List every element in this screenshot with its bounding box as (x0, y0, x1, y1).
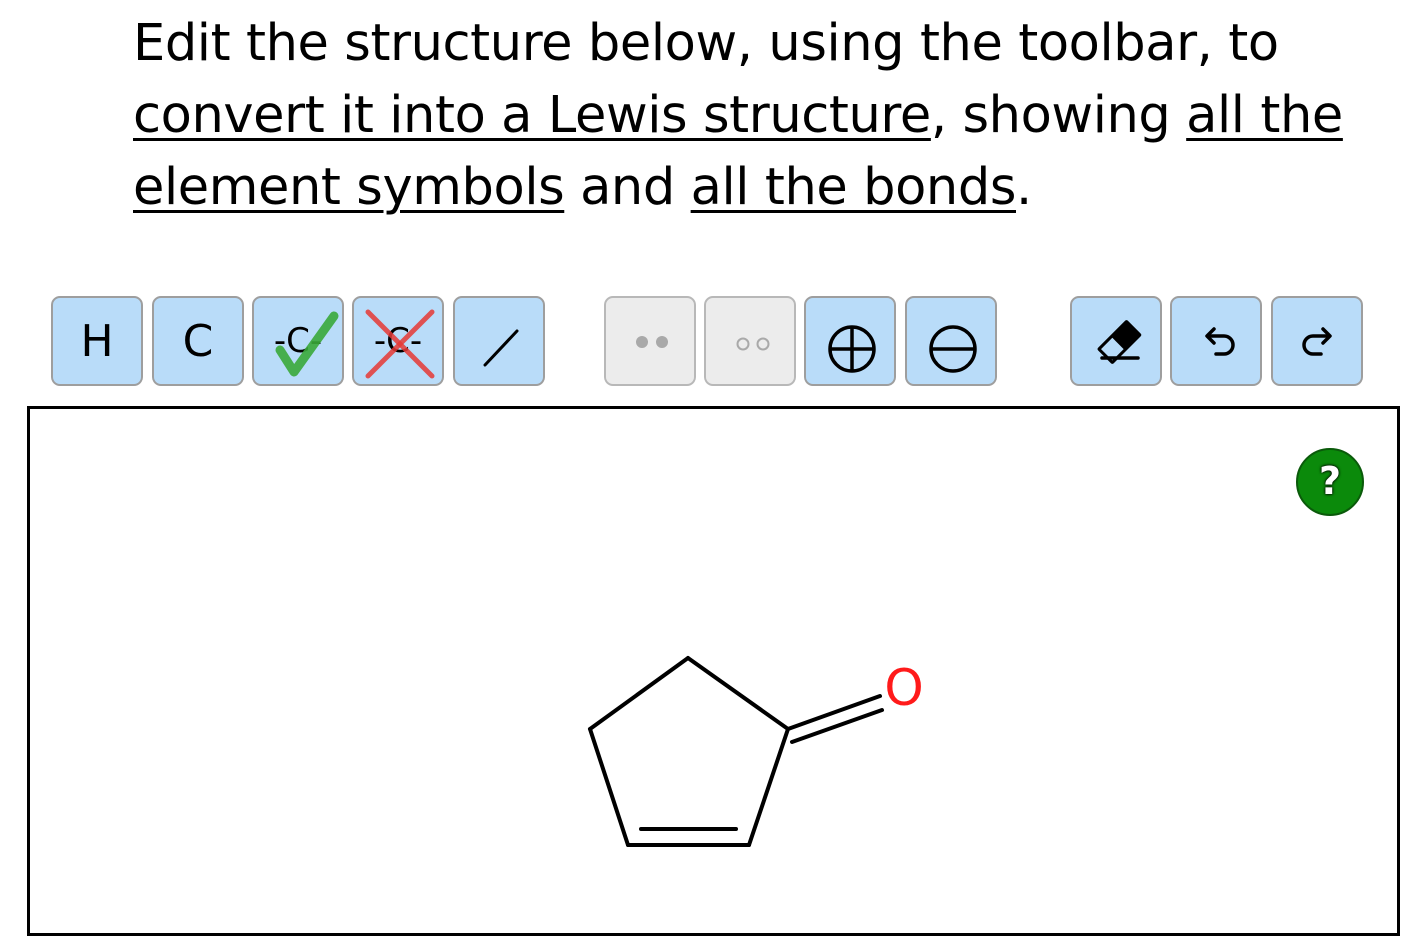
single-bond-button[interactable] (453, 296, 545, 386)
instructions-part-4: . (1016, 158, 1032, 217)
checkmark-icon (275, 311, 339, 377)
bond-c2-o[interactable] (786, 694, 882, 731)
instructions-part-1: Edit the structure below, using the tool… (133, 14, 1279, 73)
lone-pair-button[interactable] (604, 296, 696, 386)
hydrogen-button[interactable]: H (51, 296, 143, 386)
radical-button[interactable] (704, 296, 796, 386)
instructions-part-2: , showing (930, 86, 1187, 145)
radical-icon (736, 337, 770, 351)
bond-c2-o-double[interactable] (790, 708, 884, 744)
negative-charge-button[interactable] (905, 296, 997, 386)
instructions-part-3: and (564, 158, 691, 217)
undo-icon (1205, 327, 1235, 356)
carbon-button[interactable]: C (152, 296, 244, 386)
undo-button[interactable] (1170, 296, 1262, 386)
bond-c2-c3[interactable] (747, 727, 790, 847)
bond-c5-c1[interactable] (588, 656, 690, 731)
bond-c4-c5[interactable] (588, 727, 630, 847)
cross-icon (365, 309, 435, 379)
hydrogen-label: H (80, 315, 114, 367)
instructions-link-bonds: all the bonds (690, 158, 1017, 217)
eraser-button[interactable] (1070, 296, 1162, 386)
oxygen-atom[interactable]: O (884, 659, 923, 717)
redo-button[interactable] (1271, 296, 1363, 386)
instructions-link-lewis: convert it into a Lewis structure (133, 86, 931, 145)
minus-charge-icon (929, 325, 977, 373)
add-carbon-button[interactable]: -C- (252, 296, 344, 386)
lone-pair-icon (636, 336, 668, 348)
carbon-label: C (182, 315, 214, 367)
drawing-canvas[interactable]: ? O (27, 406, 1400, 936)
eraser-icon (1097, 320, 1142, 364)
molecule-structure[interactable]: O (30, 409, 1397, 914)
single-bond-icon (483, 329, 519, 367)
positive-charge-button[interactable] (804, 296, 896, 386)
redo-icon (1302, 327, 1332, 356)
instructions-text: Edit the structure below, using the tool… (133, 8, 1373, 224)
remove-carbon-button[interactable]: -C- (352, 296, 444, 386)
bond-c1-c2[interactable] (686, 656, 790, 731)
plus-charge-icon (828, 325, 876, 373)
